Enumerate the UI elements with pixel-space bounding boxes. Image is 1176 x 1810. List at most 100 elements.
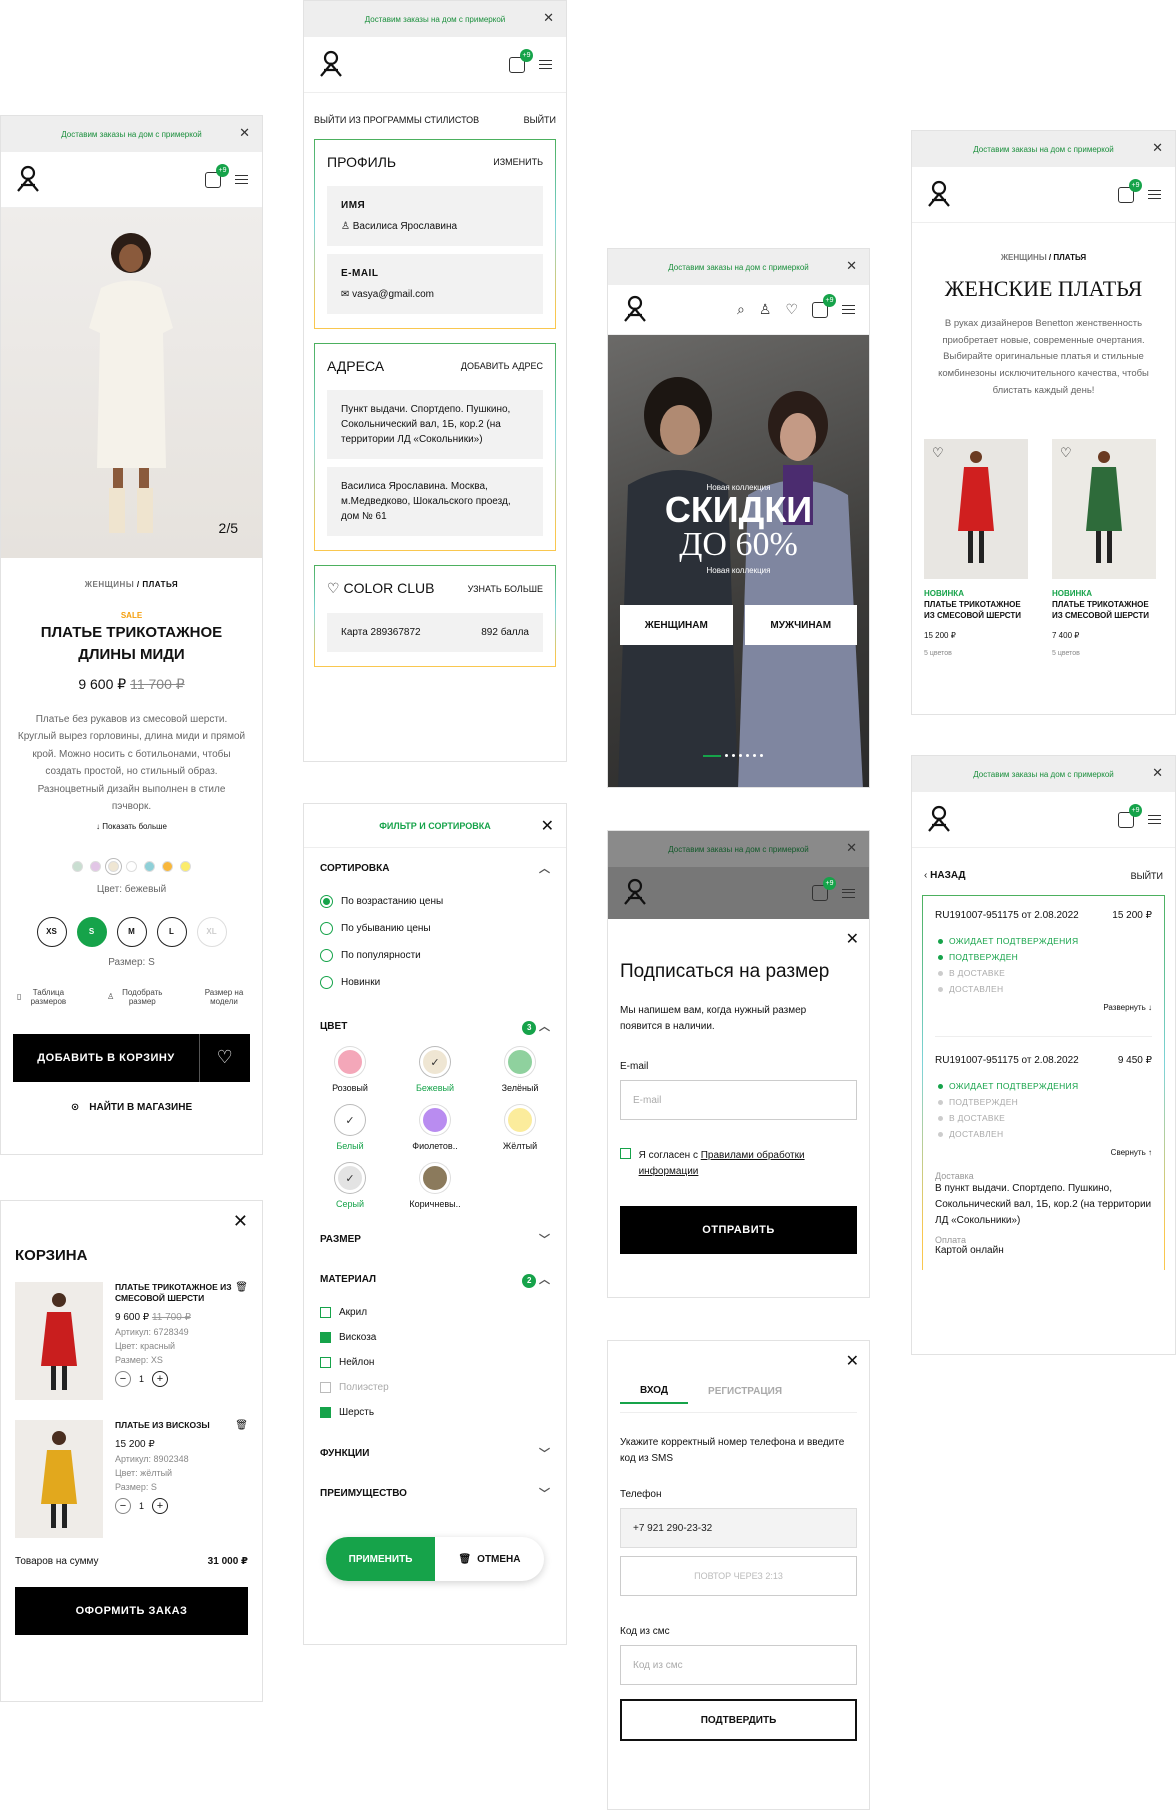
menu-icon[interactable] xyxy=(1148,190,1161,199)
tab-register[interactable]: РЕГИСТРАЦИЯ xyxy=(688,1386,802,1403)
color-swatch[interactable] xyxy=(162,860,173,872)
material-option[interactable]: Вискоза xyxy=(320,1325,550,1350)
material-section[interactable]: МАТЕРИАЛ 2 ︿ xyxy=(304,1259,566,1300)
cart-icon[interactable]: +9 xyxy=(1118,803,1142,828)
brand-logo[interactable] xyxy=(926,180,952,210)
men-button[interactable]: МУЖЧИНАМ xyxy=(744,605,857,645)
size-option[interactable]: XS xyxy=(36,916,67,947)
close-icon[interactable]: ✕ xyxy=(1152,765,1163,781)
color-swatch[interactable] xyxy=(126,860,137,872)
sort-option[interactable]: Новинки xyxy=(320,969,550,996)
brand-logo[interactable] xyxy=(622,295,648,325)
checkbox[interactable] xyxy=(320,1407,331,1418)
brand-logo[interactable] xyxy=(15,165,41,195)
size-table-link[interactable]: ▯ Таблица размеров xyxy=(17,988,69,1006)
heart-icon[interactable]: ♡ xyxy=(1060,445,1072,461)
heart-icon[interactable]: ♡ xyxy=(785,301,798,318)
size-option[interactable]: M xyxy=(116,916,147,947)
menu-icon[interactable] xyxy=(539,60,552,69)
radio-button[interactable] xyxy=(320,895,333,908)
checkbox[interactable] xyxy=(320,1357,331,1368)
color-filter-option[interactable]: ✓ Бежевый xyxy=(399,1047,471,1093)
color-swatch[interactable] xyxy=(180,860,191,872)
radio-button[interactable] xyxy=(320,976,333,989)
close-icon[interactable]: ✕ xyxy=(239,125,250,141)
learn-more-link[interactable]: УЗНАТЬ БОЛЬШЕ xyxy=(468,584,543,594)
expand-link[interactable]: Развернуть ↓ xyxy=(935,1003,1152,1012)
cart-icon[interactable]: +9 xyxy=(205,163,229,188)
color-swatch[interactable] xyxy=(90,860,101,872)
trash-icon[interactable]: 🗑 xyxy=(235,1420,248,1431)
search-icon[interactable]: ⌕ xyxy=(737,301,745,318)
send-button[interactable]: ОТПРАВИТЬ xyxy=(620,1206,857,1254)
color-filter-option[interactable]: ✓ Белый xyxy=(314,1105,386,1151)
material-option[interactable]: Нейлон xyxy=(320,1350,550,1375)
cart-icon[interactable]: +9 xyxy=(812,293,836,318)
menu-icon[interactable] xyxy=(842,305,855,314)
cart-item-name[interactable]: ПЛАТЬЕ ТРИКОТАЖНОЕ ИЗ СМЕСОВОЙ ШЕРСТИ xyxy=(115,1282,248,1304)
size-option[interactable]: XL xyxy=(196,916,227,947)
pick-size-link[interactable]: ♙ Подобрать размер xyxy=(107,988,164,1006)
brand-logo[interactable] xyxy=(926,805,952,835)
model-size-info[interactable]: Размер на модели xyxy=(202,988,246,1006)
color-section[interactable]: ЦВЕТ 3 ︿ xyxy=(304,1006,566,1047)
breadcrumb-women[interactable]: ЖЕНЩИНЫ xyxy=(85,580,134,589)
exit-program-link[interactable]: ВЫЙТИ ИЗ ПРОГРАММЫ СТИЛИСТОВ xyxy=(314,115,479,125)
find-in-store-button[interactable]: ⊙ НАЙТИ В МАГАЗИНЕ xyxy=(1,1102,262,1113)
user-icon[interactable]: ♙ xyxy=(759,301,772,318)
close-icon[interactable]: ✕ xyxy=(541,816,554,836)
checkbox[interactable] xyxy=(320,1382,331,1393)
radio-button[interactable] xyxy=(320,922,333,935)
color-filter-option[interactable]: Зелёный xyxy=(484,1047,556,1093)
cart-icon[interactable]: +9 xyxy=(1118,178,1142,203)
show-more-link[interactable]: ↓ Показать больше xyxy=(17,822,246,831)
collapse-link[interactable]: Свернуть ↑ xyxy=(935,1148,1152,1157)
address-item[interactable]: Пункт выдачи. Спортдепо. Пушкино, Соколь… xyxy=(327,390,543,459)
sorting-section[interactable]: СОРТИРОВКА ︿ xyxy=(304,848,566,888)
order-card[interactable]: RU191007-951175 от 2.08.2022 15 200 ₽ ОЖИ… xyxy=(935,910,1152,1012)
sort-option[interactable]: По возрастанию цены xyxy=(320,888,550,915)
trash-icon[interactable]: 🗑 xyxy=(235,1282,248,1293)
women-button[interactable]: ЖЕНЩИНАМ xyxy=(620,605,733,645)
cart-item-name[interactable]: ПЛАТЬЕ ИЗ ВИСКОЗЫ xyxy=(115,1420,248,1431)
menu-icon[interactable] xyxy=(235,175,248,184)
checkbox[interactable] xyxy=(320,1332,331,1343)
color-swatch[interactable] xyxy=(144,860,155,872)
plus-icon[interactable]: + xyxy=(152,1371,169,1388)
email-field[interactable]: E-mail xyxy=(620,1080,857,1120)
apply-button[interactable]: ПРИМЕНИТЬ xyxy=(326,1537,435,1581)
order-card[interactable]: RU191007-951175 от 2.08.2022 9 450 ₽ ОЖИД… xyxy=(935,1055,1152,1256)
hero-banner[interactable]: Новая коллекция СКИДКИ ДО 60% Новая колл… xyxy=(608,335,869,787)
product-card[interactable]: ♡ НОВИНКА ПЛАТЬЕ ТРИКОТАЖНОЕ ИЗ СМЕСОВОЙ Ш… xyxy=(1052,439,1156,657)
cart-icon[interactable]: +9 xyxy=(509,48,533,73)
color-swatch[interactable] xyxy=(72,860,83,872)
address-item[interactable]: Василиса Ярославина. Москва, м.Медведков… xyxy=(327,467,543,536)
phone-field[interactable]: +7 921 290-23-32 xyxy=(620,1508,857,1548)
close-icon[interactable]: ✕ xyxy=(846,929,859,949)
functions-section[interactable]: ФУНКЦИИ ﹀ xyxy=(304,1433,566,1473)
tab-login[interactable]: ВХОД xyxy=(620,1385,689,1404)
color-filter-option[interactable]: Коричневы.. xyxy=(399,1163,471,1209)
color-filter-option[interactable]: ✓ Серый xyxy=(314,1163,386,1209)
product-card[interactable]: ♡ НОВИНКА ПЛАТЬЕ ТРИКОТАЖНОЕ ИЗ СМЕСОВОЙ Ш… xyxy=(924,439,1028,657)
wishlist-button[interactable]: ♡ xyxy=(200,1033,250,1082)
back-link[interactable]: ‹ НАЗАД xyxy=(924,870,966,881)
sms-code-field[interactable]: Код из смс xyxy=(620,1645,857,1685)
add-to-cart-button[interactable]: ДОБАВИТЬ В КОРЗИНУ xyxy=(13,1033,200,1082)
advantage-section[interactable]: ПРЕИМУЩЕСТВО ﹀ xyxy=(304,1473,566,1513)
close-icon[interactable]: ✕ xyxy=(1152,140,1163,156)
breadcrumb-dresses[interactable]: ПЛАТЬЯ xyxy=(142,580,178,589)
menu-icon[interactable] xyxy=(1148,815,1161,824)
edit-profile-link[interactable]: ИЗМЕНИТЬ xyxy=(493,157,543,167)
color-swatch[interactable] xyxy=(108,860,119,872)
breadcrumb-dresses[interactable]: ПЛАТЬЯ xyxy=(1053,253,1086,262)
size-option[interactable]: S xyxy=(76,916,107,947)
material-option[interactable]: Полиэстер xyxy=(320,1375,550,1400)
exit-link[interactable]: ВЫЙТИ xyxy=(1131,871,1163,881)
radio-button[interactable] xyxy=(320,949,333,962)
size-section[interactable]: РАЗМЕР ﹀ xyxy=(304,1219,566,1259)
sort-option[interactable]: По убыванию цены xyxy=(320,915,550,942)
checkout-button[interactable]: ОФОРМИТЬ ЗАКАЗ xyxy=(15,1587,248,1635)
close-icon[interactable]: ✕ xyxy=(233,1211,248,1232)
brand-logo[interactable] xyxy=(318,50,344,80)
